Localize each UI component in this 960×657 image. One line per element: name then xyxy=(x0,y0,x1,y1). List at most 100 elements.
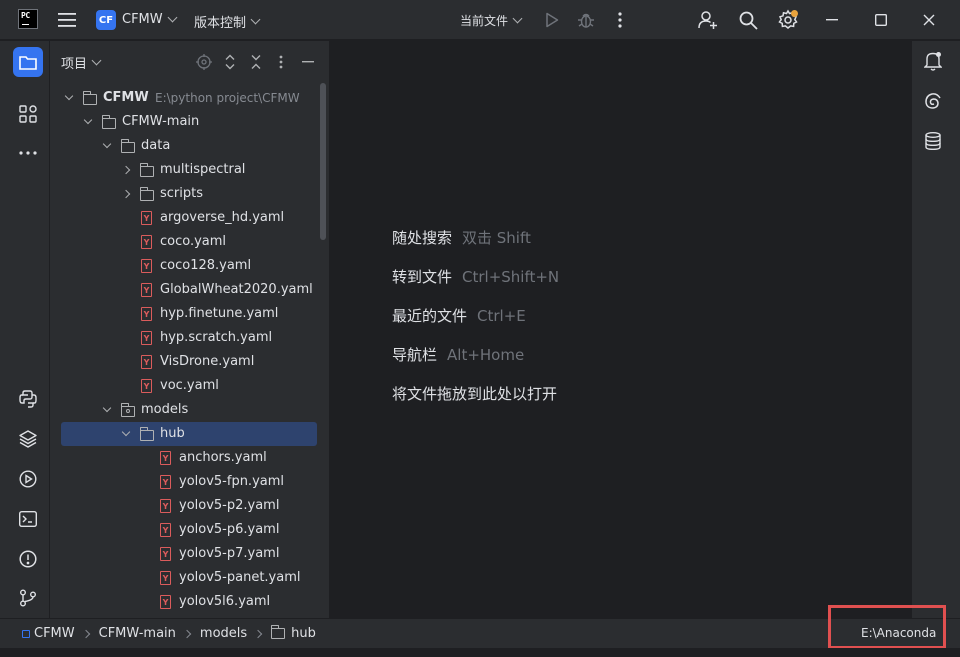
chevron-down-icon[interactable] xyxy=(83,115,93,125)
tree-file-item[interactable]: Y GlobalWheat2020.yaml xyxy=(50,278,320,302)
tree-file-item[interactable]: Yyolov5-panet.yaml xyxy=(50,566,320,590)
settings-gear-icon[interactable] xyxy=(776,8,800,32)
yaml-file-icon: Y xyxy=(141,355,152,369)
breadcrumb-item[interactable]: CFMW xyxy=(34,626,75,641)
layers-icon[interactable] xyxy=(17,428,39,450)
tree-file-item[interactable]: Yhyp.finetune.yaml xyxy=(50,302,320,326)
project-switcher[interactable]: CFMW xyxy=(122,12,178,27)
problems-icon[interactable] xyxy=(17,548,39,570)
python-console-icon[interactable] xyxy=(17,388,39,410)
python-interpreter-selector[interactable]: E:\Anaconda xyxy=(861,626,936,640)
hint-shortcut: Ctrl+Shift+N xyxy=(462,268,560,286)
yaml-file-icon: Y xyxy=(160,547,171,561)
collapse-all-icon[interactable] xyxy=(247,52,265,72)
git-branch-icon[interactable] xyxy=(17,587,39,609)
tree-file-item[interactable]: Ycoco128.yaml xyxy=(50,254,320,278)
tree-item-label: hyp.scratch.yaml xyxy=(160,330,273,345)
locate-file-icon[interactable] xyxy=(195,53,213,71)
chevron-right-icon[interactable] xyxy=(121,189,131,199)
left-tool-stripe xyxy=(0,41,50,618)
folder-icon xyxy=(82,91,97,105)
chevron-down-icon[interactable] xyxy=(121,427,131,437)
chevron-down-icon[interactable] xyxy=(102,403,112,413)
tree-item-label: coco.yaml xyxy=(160,234,227,249)
panel-title: 项目 xyxy=(61,57,88,72)
project-badge[interactable]: CF xyxy=(96,10,116,30)
tree-folder-item[interactable]: CFMW-main xyxy=(50,110,320,134)
close-window-icon[interactable] xyxy=(921,12,937,28)
tree-file-item[interactable]: Yyolov5-p7.yaml xyxy=(50,542,320,566)
tree-item-label: models xyxy=(141,402,189,417)
run-config-selector[interactable]: 当前文件 xyxy=(460,12,523,29)
tree-file-item[interactable]: Yanchors.yaml xyxy=(50,446,320,470)
tree-scrollbar[interactable] xyxy=(320,83,326,240)
project-view-selector[interactable]: 项目 xyxy=(61,53,102,72)
tree-folder-item[interactable]: data xyxy=(50,134,320,158)
hint-action: 转到文件 xyxy=(392,268,453,286)
folder-icon xyxy=(139,427,154,441)
notifications-bell-icon[interactable] xyxy=(922,50,944,72)
hide-panel-icon[interactable] xyxy=(300,53,316,71)
chevron-down-icon xyxy=(512,13,523,24)
breadcrumb-item[interactable]: models xyxy=(200,626,247,641)
tree-file-item[interactable]: Yhyp.scratch.yaml xyxy=(50,326,320,350)
debug-icon[interactable] xyxy=(577,10,595,30)
tree-file-item[interactable]: Yyolov5l6.yaml xyxy=(50,590,320,614)
breadcrumb: CFMW CFMW-main models hub xyxy=(22,625,316,641)
structure-icon[interactable] xyxy=(17,103,39,125)
tree-file-item[interactable]: Yyolov5-p6.yaml xyxy=(50,518,320,542)
hint-shortcut: 双击 Shift xyxy=(462,229,531,247)
tree-folder-item[interactable]: hub xyxy=(61,422,317,446)
more-tools-icon[interactable] xyxy=(17,142,39,164)
ai-assistant-icon[interactable] xyxy=(922,90,944,112)
add-user-icon[interactable] xyxy=(697,9,719,31)
minimize-window-icon[interactable] xyxy=(824,12,840,28)
more-actions-icon[interactable] xyxy=(614,10,626,30)
app-logo-icon: PC xyxy=(18,9,38,29)
main-menu-icon[interactable] xyxy=(58,10,76,30)
chevron-down-icon[interactable] xyxy=(64,91,74,101)
tree-file-item[interactable]: Yyolov5-p2.yaml xyxy=(50,494,320,518)
breadcrumb-item[interactable]: CFMW-main xyxy=(99,626,176,641)
chevron-right-icon xyxy=(253,629,263,638)
database-icon[interactable] xyxy=(922,130,944,152)
search-icon[interactable] xyxy=(737,9,759,31)
tree-folder-item[interactable]: multispectral xyxy=(50,158,320,182)
tree-item-label: hub xyxy=(160,426,185,441)
tree-folder-item[interactable]: CFMW E:\python project\CFMW xyxy=(50,86,320,110)
hint-action: 将文件拖放到此处以打开 xyxy=(392,385,558,403)
chevron-down-icon xyxy=(91,55,102,66)
tree-file-item[interactable]: Yyolov5-fpn.yaml xyxy=(50,470,320,494)
vcs-menu[interactable]: 版本控制 xyxy=(194,12,261,31)
chevron-right-icon[interactable] xyxy=(121,165,131,175)
tree-item-path: E:\python project\CFMW xyxy=(155,91,300,105)
breadcrumb-item[interactable]: hub xyxy=(291,626,316,641)
terminal-icon[interactable] xyxy=(17,508,39,530)
services-icon[interactable] xyxy=(17,468,39,490)
tree-file-item[interactable]: Ycoco.yaml xyxy=(50,230,320,254)
editor-empty-state: 随处搜索 双击 Shift 转到文件 Ctrl+Shift+N 最近的文件 Ctrl+… xyxy=(331,41,911,618)
project-tool-button[interactable] xyxy=(13,47,43,77)
hint-action: 最近的文件 xyxy=(392,307,468,325)
right-tool-stripe xyxy=(911,41,960,618)
maximize-window-icon[interactable] xyxy=(873,12,889,28)
tree-item-label: yolov5-p6.yaml xyxy=(179,522,280,537)
hint-search-everywhere: 随处搜索 双击 Shift xyxy=(392,227,531,248)
chevron-down-icon[interactable] xyxy=(102,139,112,149)
tree-file-item[interactable]: Yvoc.yaml xyxy=(50,374,320,398)
folder-icon xyxy=(139,163,154,177)
project-panel: 项目 CFMW E:\python project\CFMW CFMW-main da… xyxy=(50,41,330,618)
yaml-file-icon: Y xyxy=(160,451,171,465)
expand-all-icon[interactable] xyxy=(221,52,239,72)
yaml-file-icon: Y xyxy=(141,259,152,273)
tree-file-item[interactable]: Y VisDrone.yaml xyxy=(50,350,320,374)
tree-file-item[interactable]: Yargoverse_hd.yaml xyxy=(50,206,320,230)
tree-item-label: CFMW-main xyxy=(122,114,200,129)
tree-item-label: voc.yaml xyxy=(160,378,219,393)
tree-folder-item[interactable]: scripts xyxy=(50,182,320,206)
tree-folder-item[interactable]: models xyxy=(50,398,320,422)
run-icon[interactable] xyxy=(544,11,560,29)
hint-action: 随处搜索 xyxy=(392,229,453,247)
tree-item-label: yolov5-fpn.yaml xyxy=(179,474,285,489)
panel-options-icon[interactable] xyxy=(276,52,286,72)
